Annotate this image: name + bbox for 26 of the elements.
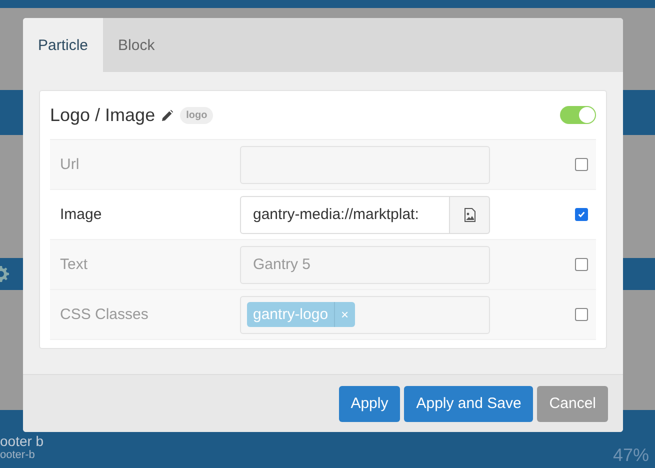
card-title: Logo / Image [50,104,156,126]
width-percent: 47% [612,445,649,466]
enable-toggle[interactable] [560,106,596,124]
override-checkbox[interactable] [575,308,588,321]
override-checkbox[interactable] [575,208,588,221]
field-label: CSS Classes [60,306,150,323]
checkmark-icon [577,210,586,219]
tab[interactable]: Block [103,18,170,72]
particle-badge: logo [180,106,214,124]
input-field[interactable]: Gantry 5 [240,246,490,284]
image-picker-button[interactable] [450,196,490,234]
field-label: Image [60,206,103,223]
field-label: Url [60,156,80,173]
field-label: Text [60,256,89,273]
tag: gantry-logo [247,302,334,327]
image-file-icon [464,208,476,222]
override-checkbox[interactable] [575,258,588,271]
pencil-icon[interactable] [162,110,174,120]
dialog-button[interactable]: Cancel [537,386,608,422]
override-checkbox[interactable] [575,158,588,171]
tab[interactable]: Particle [23,18,104,72]
section-title: ooter b [0,433,44,449]
dialog-button[interactable]: Apply [338,386,400,422]
section-id: ooter-b [0,449,36,461]
dialog-button[interactable]: Apply and Save [404,386,534,422]
input-field[interactable]: gantry-media://marktplat: [240,196,450,234]
